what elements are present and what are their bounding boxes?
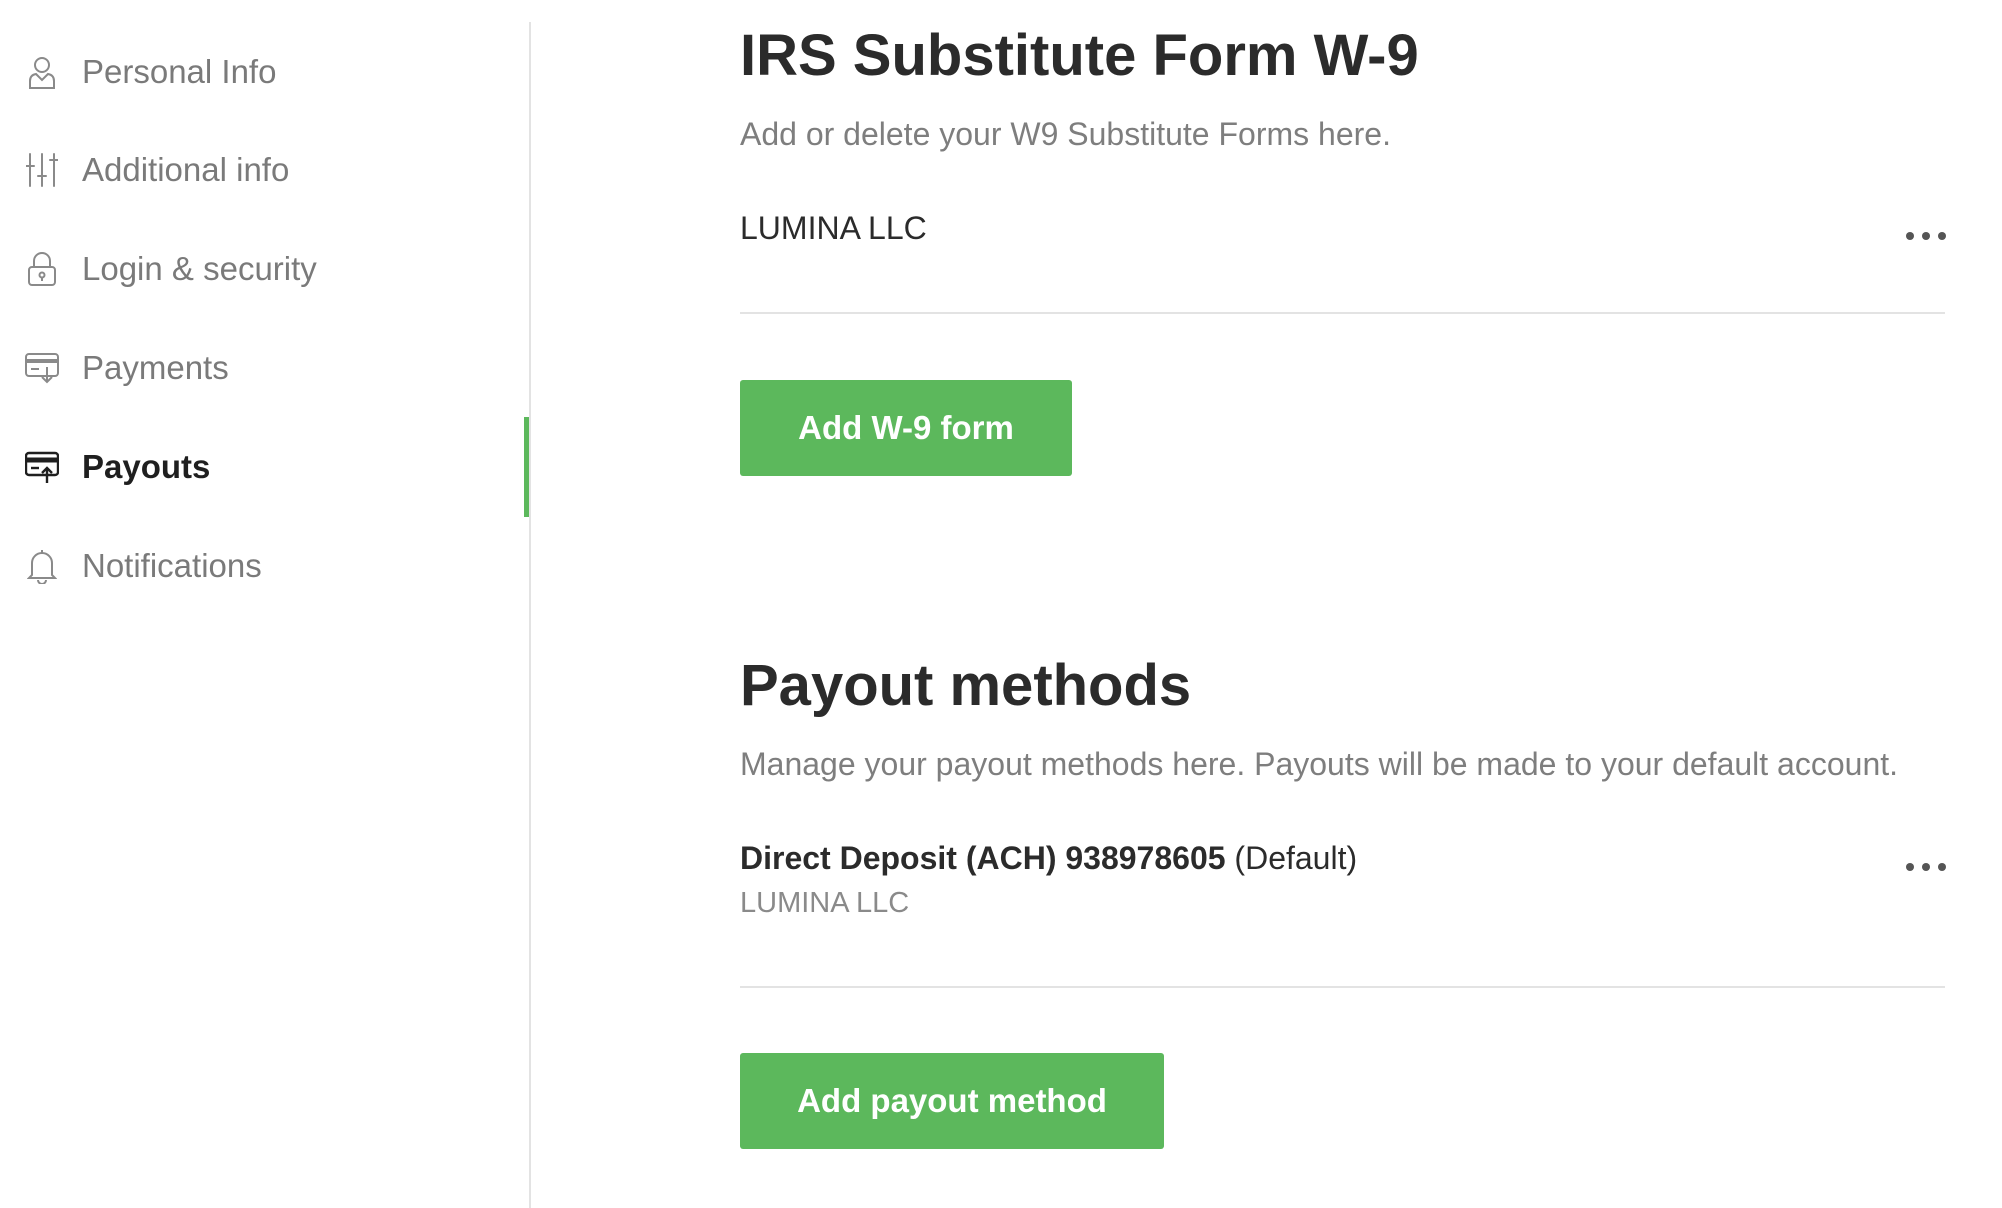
settings-sidebar: Personal Info Additional info Login & se… bbox=[0, 0, 531, 1208]
sidebar-item-label: Payouts bbox=[82, 448, 211, 485]
sidebar-item-payments[interactable]: Payments bbox=[24, 338, 504, 398]
more-dot bbox=[1922, 863, 1930, 871]
sidebar-item-label: Payments bbox=[82, 349, 229, 386]
add-w9-form-button[interactable]: Add W-9 form bbox=[740, 380, 1072, 476]
more-dot bbox=[1938, 232, 1946, 240]
more-dot bbox=[1938, 863, 1946, 871]
sidebar-divider bbox=[529, 22, 531, 1208]
person-icon bbox=[24, 52, 60, 92]
sidebar-item-label: Login & security bbox=[82, 250, 317, 287]
w9-form-more-options-button[interactable] bbox=[1906, 221, 1946, 251]
more-dot bbox=[1922, 232, 1930, 240]
payout-method-owner: LUMINA LLC bbox=[740, 887, 910, 919]
sidebar-item-additional-info[interactable]: Additional info bbox=[24, 140, 504, 200]
sidebar-item-payouts[interactable]: Payouts bbox=[24, 437, 504, 497]
sidebar-item-personal-info[interactable]: Personal Info bbox=[24, 42, 504, 102]
credit-card-in-icon bbox=[24, 348, 60, 388]
payout-method-more-options-button[interactable] bbox=[1906, 852, 1946, 882]
w9-section-title: IRS Substitute Form W-9 bbox=[740, 23, 1419, 88]
more-dots-icon bbox=[1906, 863, 1914, 871]
payout-methods-title: Payout methods bbox=[740, 653, 1192, 718]
account-settings-page: Personal Info Additional info Login & se… bbox=[0, 0, 2002, 1208]
credit-card-out-icon bbox=[24, 447, 60, 487]
w9-form-name: LUMINA LLC bbox=[740, 210, 927, 246]
sidebar-item-label: Additional info bbox=[82, 151, 290, 188]
payout-method-name: Direct Deposit (ACH) 938978605 bbox=[740, 840, 1226, 876]
payout-methods-subtitle: Manage your payout methods here. Payouts… bbox=[740, 746, 1899, 782]
sliders-icon bbox=[24, 150, 60, 190]
sidebar-item-label: Personal Info bbox=[82, 53, 277, 90]
sidebar-item-notifications[interactable]: Notifications bbox=[24, 536, 504, 596]
w9-divider bbox=[740, 312, 1945, 314]
payout-method-title: Direct Deposit (ACH) 938978605 (Default) bbox=[740, 840, 1357, 877]
add-payout-method-button[interactable]: Add payout method bbox=[740, 1053, 1164, 1149]
lock-icon bbox=[24, 249, 60, 289]
sidebar-item-label: Notifications bbox=[82, 547, 262, 584]
payout-methods-divider bbox=[740, 986, 1945, 988]
more-dots-icon bbox=[1906, 232, 1914, 240]
w9-section-subtitle: Add or delete your W9 Substitute Forms h… bbox=[740, 116, 1391, 152]
default-tag: (Default) bbox=[1234, 840, 1358, 876]
sidebar-item-login-security[interactable]: Login & security bbox=[24, 239, 504, 299]
bell-icon bbox=[24, 546, 60, 586]
